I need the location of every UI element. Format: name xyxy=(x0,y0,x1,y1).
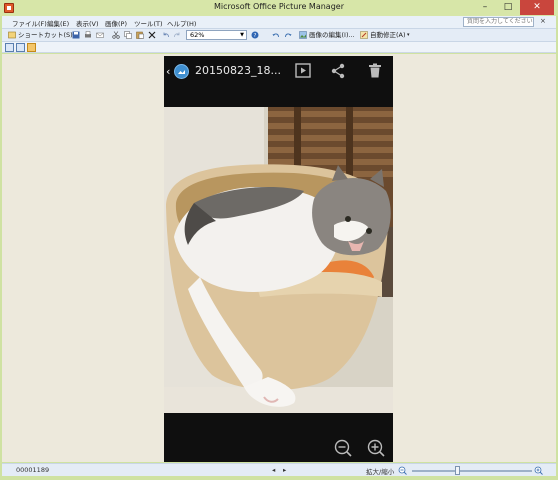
menu-help[interactable]: ヘルプ(H) xyxy=(167,18,196,28)
trash-icon xyxy=(369,63,381,78)
delete-icon[interactable] xyxy=(148,31,156,39)
file-name-status: 00001189 xyxy=(16,466,50,474)
menu-view[interactable]: 表示(V) xyxy=(76,18,99,28)
view-toolbar xyxy=(2,42,556,53)
svg-text:?: ? xyxy=(254,33,257,39)
edit-picture-icon xyxy=(299,31,307,39)
next-picture-icon[interactable]: ▸ xyxy=(283,466,286,474)
chevron-down-icon: ▼ xyxy=(240,32,244,38)
save-icon[interactable] xyxy=(72,31,80,39)
filmstrip-view-icon[interactable] xyxy=(16,43,25,52)
close-button[interactable]: ✕ xyxy=(520,0,554,15)
slideshow-icon xyxy=(295,63,311,78)
menu-tools[interactable]: ツール(T) xyxy=(134,18,163,28)
redo-icon[interactable] xyxy=(173,31,181,39)
previous-picture-icon[interactable]: ◂ xyxy=(272,466,275,474)
help-search-input[interactable]: 質問を入力してください xyxy=(463,17,534,27)
cat-photo xyxy=(164,107,393,413)
thumbnail-view-icon[interactable] xyxy=(5,43,14,52)
shortcut-button[interactable]: ショートカット(S)... xyxy=(18,31,79,40)
status-bar: 00001189 ◂ ▸ 拡大/縮小 xyxy=(2,463,556,476)
rotate-right-icon[interactable] xyxy=(284,31,292,39)
menu-picture[interactable]: 画像(P) xyxy=(105,18,127,28)
paste-icon[interactable] xyxy=(136,31,144,39)
zoom-select[interactable]: 62% ▼ xyxy=(186,30,247,40)
close-document-icon[interactable]: × xyxy=(540,17,546,25)
share-icon xyxy=(331,63,345,79)
zoom-in-status-icon[interactable] xyxy=(534,466,543,475)
zoom-label: 拡大/縮小 xyxy=(366,468,395,476)
zoom-value: 62% xyxy=(190,31,205,39)
displayed-screenshot: ‹ 20150823_18... xyxy=(164,56,393,462)
toolbar-overflow-icon[interactable]: ▾ xyxy=(407,31,410,40)
copy-icon[interactable] xyxy=(124,31,132,39)
single-picture-view-icon[interactable] xyxy=(27,43,36,52)
shortcut-icon xyxy=(8,31,16,39)
email-icon[interactable] xyxy=(96,31,104,39)
back-icon: ‹ xyxy=(166,65,171,78)
undo-icon[interactable] xyxy=(162,31,170,39)
cut-icon[interactable] xyxy=(112,31,120,39)
edit-picture-button[interactable]: 画像の編集(I)... xyxy=(309,31,355,40)
minimize-button[interactable]: – xyxy=(474,0,496,15)
help-icon[interactable]: ? xyxy=(251,31,259,39)
zoom-out-status-icon[interactable] xyxy=(398,466,407,475)
menu-edit[interactable]: 編集(E) xyxy=(47,18,69,28)
print-icon[interactable] xyxy=(84,31,92,39)
auto-correct-icon xyxy=(360,31,368,39)
rotate-left-icon[interactable] xyxy=(272,31,280,39)
zoom-out-icon xyxy=(334,439,352,457)
photo-title: 20150823_18... xyxy=(195,64,281,77)
title-bar: Microsoft Office Picture Manager – □ ✕ xyxy=(0,0,558,16)
auto-correct-button[interactable]: 自動修正(A) xyxy=(370,31,406,40)
maximize-button[interactable]: □ xyxy=(497,0,519,15)
zoom-slider-track[interactable] xyxy=(412,470,532,472)
photo-viewer-header: ‹ 20150823_18... xyxy=(164,56,393,86)
menu-bar: ファイル(F) 編集(E) 表示(V) 画像(P) ツール(T) ヘルプ(H) … xyxy=(2,16,556,29)
standard-toolbar: ショートカット(S)... 62% ▼ ? 画像の編集(I)... 自動修正(A… xyxy=(2,29,556,42)
zoom-in-icon xyxy=(367,439,385,457)
zoom-slider-thumb[interactable] xyxy=(455,466,461,475)
menu-file[interactable]: ファイル(F) xyxy=(12,18,47,28)
album-icon xyxy=(174,64,189,79)
